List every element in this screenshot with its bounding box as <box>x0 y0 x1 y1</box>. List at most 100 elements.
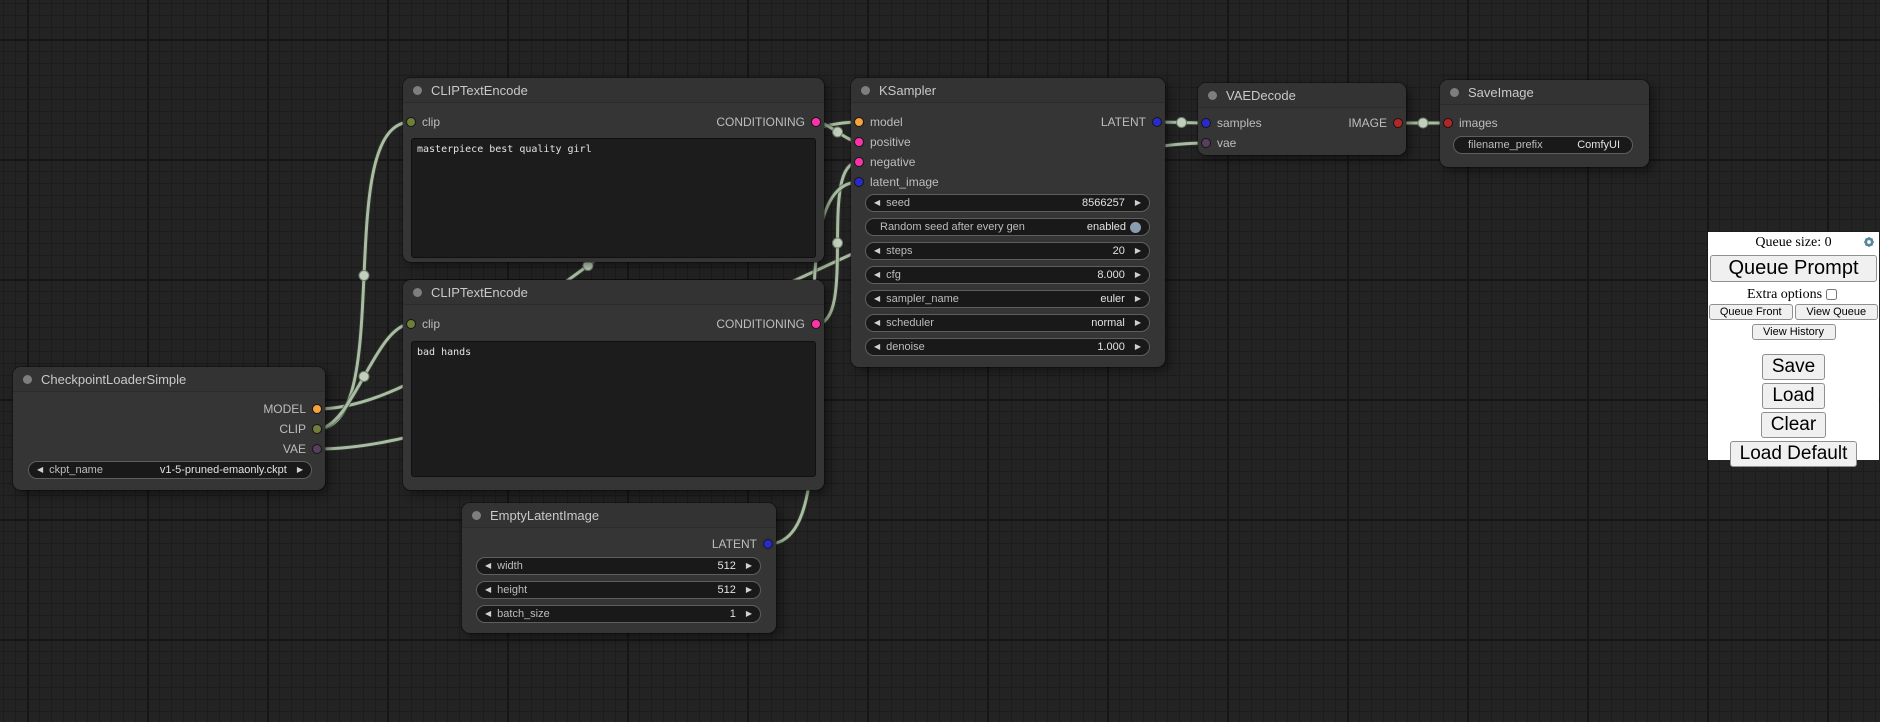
node-title-bar[interactable]: SaveImage <box>1440 80 1649 105</box>
collapse-dot-icon[interactable] <box>413 86 422 95</box>
sampler-name-widget[interactable]: ◀ sampler_name euler ▶ <box>865 290 1150 308</box>
left-arrow-icon[interactable]: ◀ <box>874 319 880 327</box>
left-arrow-icon[interactable]: ◀ <box>874 295 880 303</box>
denoise-widget[interactable]: ◀ denoise 1.000 ▶ <box>865 338 1150 356</box>
seed-widget[interactable]: ◀ seed 8566257 ▶ <box>865 194 1150 212</box>
node-title-bar[interactable]: KSampler <box>851 78 1165 103</box>
left-arrow-icon[interactable]: ◀ <box>874 247 880 255</box>
node-ksampler[interactable]: KSampler model positive negative latent_… <box>851 78 1165 367</box>
widget-label: height <box>497 584 527 596</box>
left-arrow-icon[interactable]: ◀ <box>874 271 880 279</box>
right-arrow-icon[interactable]: ▶ <box>297 466 303 474</box>
negative-input-port[interactable] <box>854 157 864 167</box>
right-arrow-icon[interactable]: ▶ <box>1135 343 1141 351</box>
widget-label: width <box>497 560 523 572</box>
collapse-dot-icon[interactable] <box>1208 91 1217 100</box>
node-title: EmptyLatentImage <box>490 508 599 523</box>
right-arrow-icon[interactable]: ▶ <box>746 562 752 570</box>
left-arrow-icon[interactable]: ◀ <box>874 199 880 207</box>
view-history-button[interactable]: View History <box>1752 324 1836 340</box>
positive-prompt-textarea[interactable]: masterpiece best quality girl <box>411 138 816 258</box>
comfyui-canvas[interactable]: { "icons": { "left_arrow": "◀", "right_a… <box>0 0 1880 722</box>
load-default-button[interactable]: Load Default <box>1730 441 1858 467</box>
collapse-dot-icon[interactable] <box>413 288 422 297</box>
collapse-dot-icon[interactable] <box>472 511 481 520</box>
left-arrow-icon[interactable]: ◀ <box>485 586 491 594</box>
input-label: samples <box>1217 116 1262 130</box>
node-save-image[interactable]: SaveImage images filename_prefix ComfyUI <box>1440 80 1649 167</box>
widget-value: 8566257 <box>1082 197 1125 209</box>
node-title-bar[interactable]: VAEDecode <box>1198 83 1406 108</box>
queue-front-button[interactable]: Queue Front <box>1709 304 1793 320</box>
positive-input-port[interactable] <box>854 137 864 147</box>
vae-output-port[interactable] <box>312 444 322 454</box>
widget-value: euler <box>1100 293 1124 305</box>
node-clip-text-encode-positive[interactable]: CLIPTextEncode clip CONDITIONING masterp… <box>403 78 824 262</box>
output-conditioning: CONDITIONING <box>716 314 821 334</box>
latent-image-input-port[interactable] <box>854 177 864 187</box>
left-arrow-icon[interactable]: ◀ <box>485 562 491 570</box>
right-arrow-icon[interactable]: ▶ <box>1135 271 1141 279</box>
collapse-dot-icon[interactable] <box>23 375 32 384</box>
output-label: VAE <box>283 442 306 456</box>
width-widget[interactable]: ◀ width 512 ▶ <box>476 557 761 575</box>
left-arrow-icon[interactable]: ◀ <box>874 343 880 351</box>
right-arrow-icon[interactable]: ▶ <box>1135 319 1141 327</box>
clip-input-port[interactable] <box>406 319 416 329</box>
cfg-widget[interactable]: ◀ cfg 8.000 ▶ <box>865 266 1150 284</box>
collapse-dot-icon[interactable] <box>1450 88 1459 97</box>
samples-input-port[interactable] <box>1201 118 1211 128</box>
ckpt-name-widget[interactable]: ◀ ckpt_name v1-5-pruned-emaonly.ckpt ▶ <box>28 461 312 479</box>
input-label: vae <box>1217 136 1236 150</box>
right-arrow-icon[interactable]: ▶ <box>746 610 752 618</box>
right-arrow-icon[interactable]: ▶ <box>1135 199 1141 207</box>
negative-prompt-textarea[interactable]: bad hands <box>411 341 816 477</box>
left-arrow-icon[interactable]: ◀ <box>485 610 491 618</box>
clip-output-port[interactable] <box>312 424 322 434</box>
left-arrow-icon[interactable]: ◀ <box>37 466 43 474</box>
right-arrow-icon[interactable]: ▶ <box>746 586 752 594</box>
latent-output-port[interactable] <box>1152 117 1162 127</box>
output-label: MODEL <box>263 402 306 416</box>
node-title-bar[interactable]: CheckpointLoaderSimple <box>13 367 325 392</box>
image-output-port[interactable] <box>1393 118 1403 128</box>
node-clip-text-encode-negative[interactable]: CLIPTextEncode clip CONDITIONING bad han… <box>403 280 824 490</box>
extra-options-checkbox[interactable] <box>1826 289 1837 300</box>
toggle-on-icon[interactable] <box>1130 222 1141 233</box>
clear-button[interactable]: Clear <box>1761 412 1826 438</box>
model-input-port[interactable] <box>854 117 864 127</box>
node-empty-latent-image[interactable]: EmptyLatentImage LATENT ◀ width 512 ▶ ◀ … <box>462 503 776 633</box>
conditioning-output-port[interactable] <box>811 319 821 329</box>
settings-gear-icon[interactable] <box>1862 235 1876 249</box>
node-title-bar[interactable]: CLIPTextEncode <box>403 280 824 305</box>
scheduler-widget[interactable]: ◀ scheduler normal ▶ <box>865 314 1150 332</box>
save-button[interactable]: Save <box>1762 354 1825 380</box>
height-widget[interactable]: ◀ height 512 ▶ <box>476 581 761 599</box>
queue-prompt-button[interactable]: Queue Prompt <box>1710 255 1877 282</box>
right-arrow-icon[interactable]: ▶ <box>1135 295 1141 303</box>
steps-widget[interactable]: ◀ steps 20 ▶ <box>865 242 1150 260</box>
model-output-port[interactable] <box>312 404 322 414</box>
random-seed-toggle-widget[interactable]: Random seed after every gen enabled <box>865 218 1150 236</box>
node-title-bar[interactable]: CLIPTextEncode <box>403 78 824 103</box>
vae-input-port[interactable] <box>1201 138 1211 148</box>
latent-output-port[interactable] <box>763 539 773 549</box>
collapse-dot-icon[interactable] <box>861 86 870 95</box>
filename-prefix-widget[interactable]: filename_prefix ComfyUI <box>1453 136 1633 154</box>
right-arrow-icon[interactable]: ▶ <box>1135 247 1141 255</box>
widget-value: 20 <box>1113 245 1125 257</box>
node-title-bar[interactable]: EmptyLatentImage <box>462 503 776 528</box>
clip-input-port[interactable] <box>406 117 416 127</box>
output-model: MODEL <box>263 399 322 419</box>
batch-size-widget[interactable]: ◀ batch_size 1 ▶ <box>476 605 761 623</box>
conditioning-output-port[interactable] <box>811 117 821 127</box>
node-vae-decode[interactable]: VAEDecode samples vae IMAGE <box>1198 83 1406 155</box>
load-button[interactable]: Load <box>1762 383 1824 409</box>
output-clip: CLIP <box>279 419 322 439</box>
node-checkpoint-loader[interactable]: CheckpointLoaderSimple MODEL CLIP VAE ◀ … <box>13 367 325 490</box>
input-model: model <box>854 112 903 132</box>
widget-label: sampler_name <box>886 293 959 305</box>
view-queue-button[interactable]: View Queue <box>1795 304 1879 320</box>
input-label: latent_image <box>870 175 939 189</box>
images-input-port[interactable] <box>1443 118 1453 128</box>
